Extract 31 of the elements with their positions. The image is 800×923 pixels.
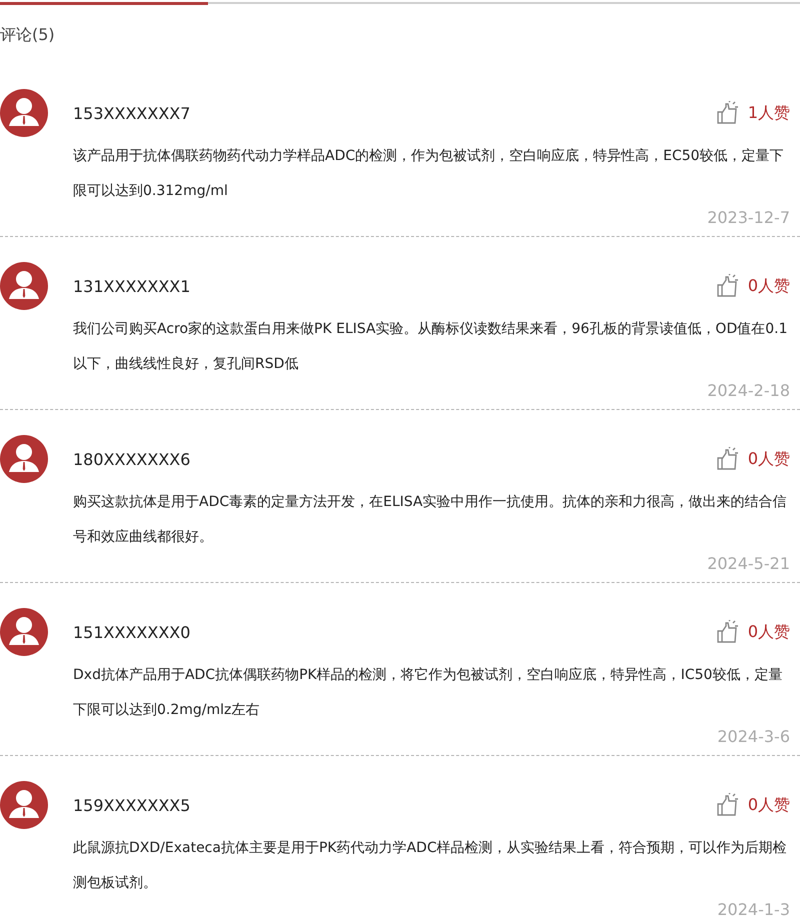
user-name: 159XXXXXXX5 bbox=[73, 796, 190, 814]
user-name: 180XXXXXXX6 bbox=[73, 450, 190, 468]
user-name: 131XXXXXXX1 bbox=[73, 276, 190, 296]
thumbs-up-icon[interactable] bbox=[716, 101, 740, 125]
avatar-icon bbox=[0, 262, 48, 310]
avatar-icon bbox=[0, 781, 48, 829]
avatar-icon bbox=[0, 608, 48, 656]
thumbs-up-icon[interactable] bbox=[716, 620, 740, 644]
comment-text: 我们公司购买Acro家的这款蛋白用来做PK ELISA实验。从酶标仪读数结果来看，96孔板的背景读值低，OD值在0.1以下，曲线线性良好，复孔间RSD低 bbox=[73, 320, 788, 374]
comment-date: 2023-12-7 bbox=[707, 209, 790, 227]
user-name: 151XXXXXXX0 bbox=[73, 622, 190, 642]
thumbs-up-icon[interactable] bbox=[716, 274, 740, 298]
avatar-icon bbox=[0, 89, 48, 137]
comment-text: 购买这款抗体是用于ADC毒素的定量方法开发，在ELISA实验中用作一抗使用。抗体的亲和力很高，做出来的结合信号和效应曲线都很好。 bbox=[73, 493, 788, 547]
comments-heading: 评论(5) bbox=[0, 24, 56, 46]
avatar-icon bbox=[0, 435, 48, 483]
comment-text: 该产品用于抗体偶联药物药代动力学样品ADC的检测，作为包被试剂，空白响应底，特异性高，EC50较低，定量下限可以达到0.312mg/ml bbox=[73, 147, 785, 201]
user-name: 153XXXXXXX7 bbox=[73, 104, 190, 122]
comment-text: Dxd抗体产品用于ADC抗体偶联药物PK样品的检测，将它作为包被试剂，空白响应底，特异性高，IC50较低，定量下限可以达到0.2mg/mlz左右 bbox=[73, 666, 784, 720]
comment-date: 2024-5-21 bbox=[707, 555, 790, 573]
comment-text: 此鼠源抗DXD/Exateca抗体主要是用于PK药代动力学ADC样品检测，从实验结果上看，符合预期，可以作为后期检测包板试剂。 bbox=[73, 839, 788, 893]
like-count: 0人赞 bbox=[748, 276, 790, 296]
thumbs-up-icon[interactable] bbox=[716, 793, 740, 817]
like-count: 0人赞 bbox=[748, 794, 790, 816]
like-count: 0人赞 bbox=[748, 448, 790, 470]
comment-date: 2024-2-18 bbox=[707, 382, 790, 400]
thumbs-up-icon[interactable] bbox=[716, 447, 740, 471]
comment-date: 2024-3-6 bbox=[717, 728, 790, 746]
like-count: 0人赞 bbox=[748, 622, 790, 642]
comment-date: 2024-1-3 bbox=[717, 901, 790, 919]
like-count: 1人赞 bbox=[748, 102, 790, 124]
